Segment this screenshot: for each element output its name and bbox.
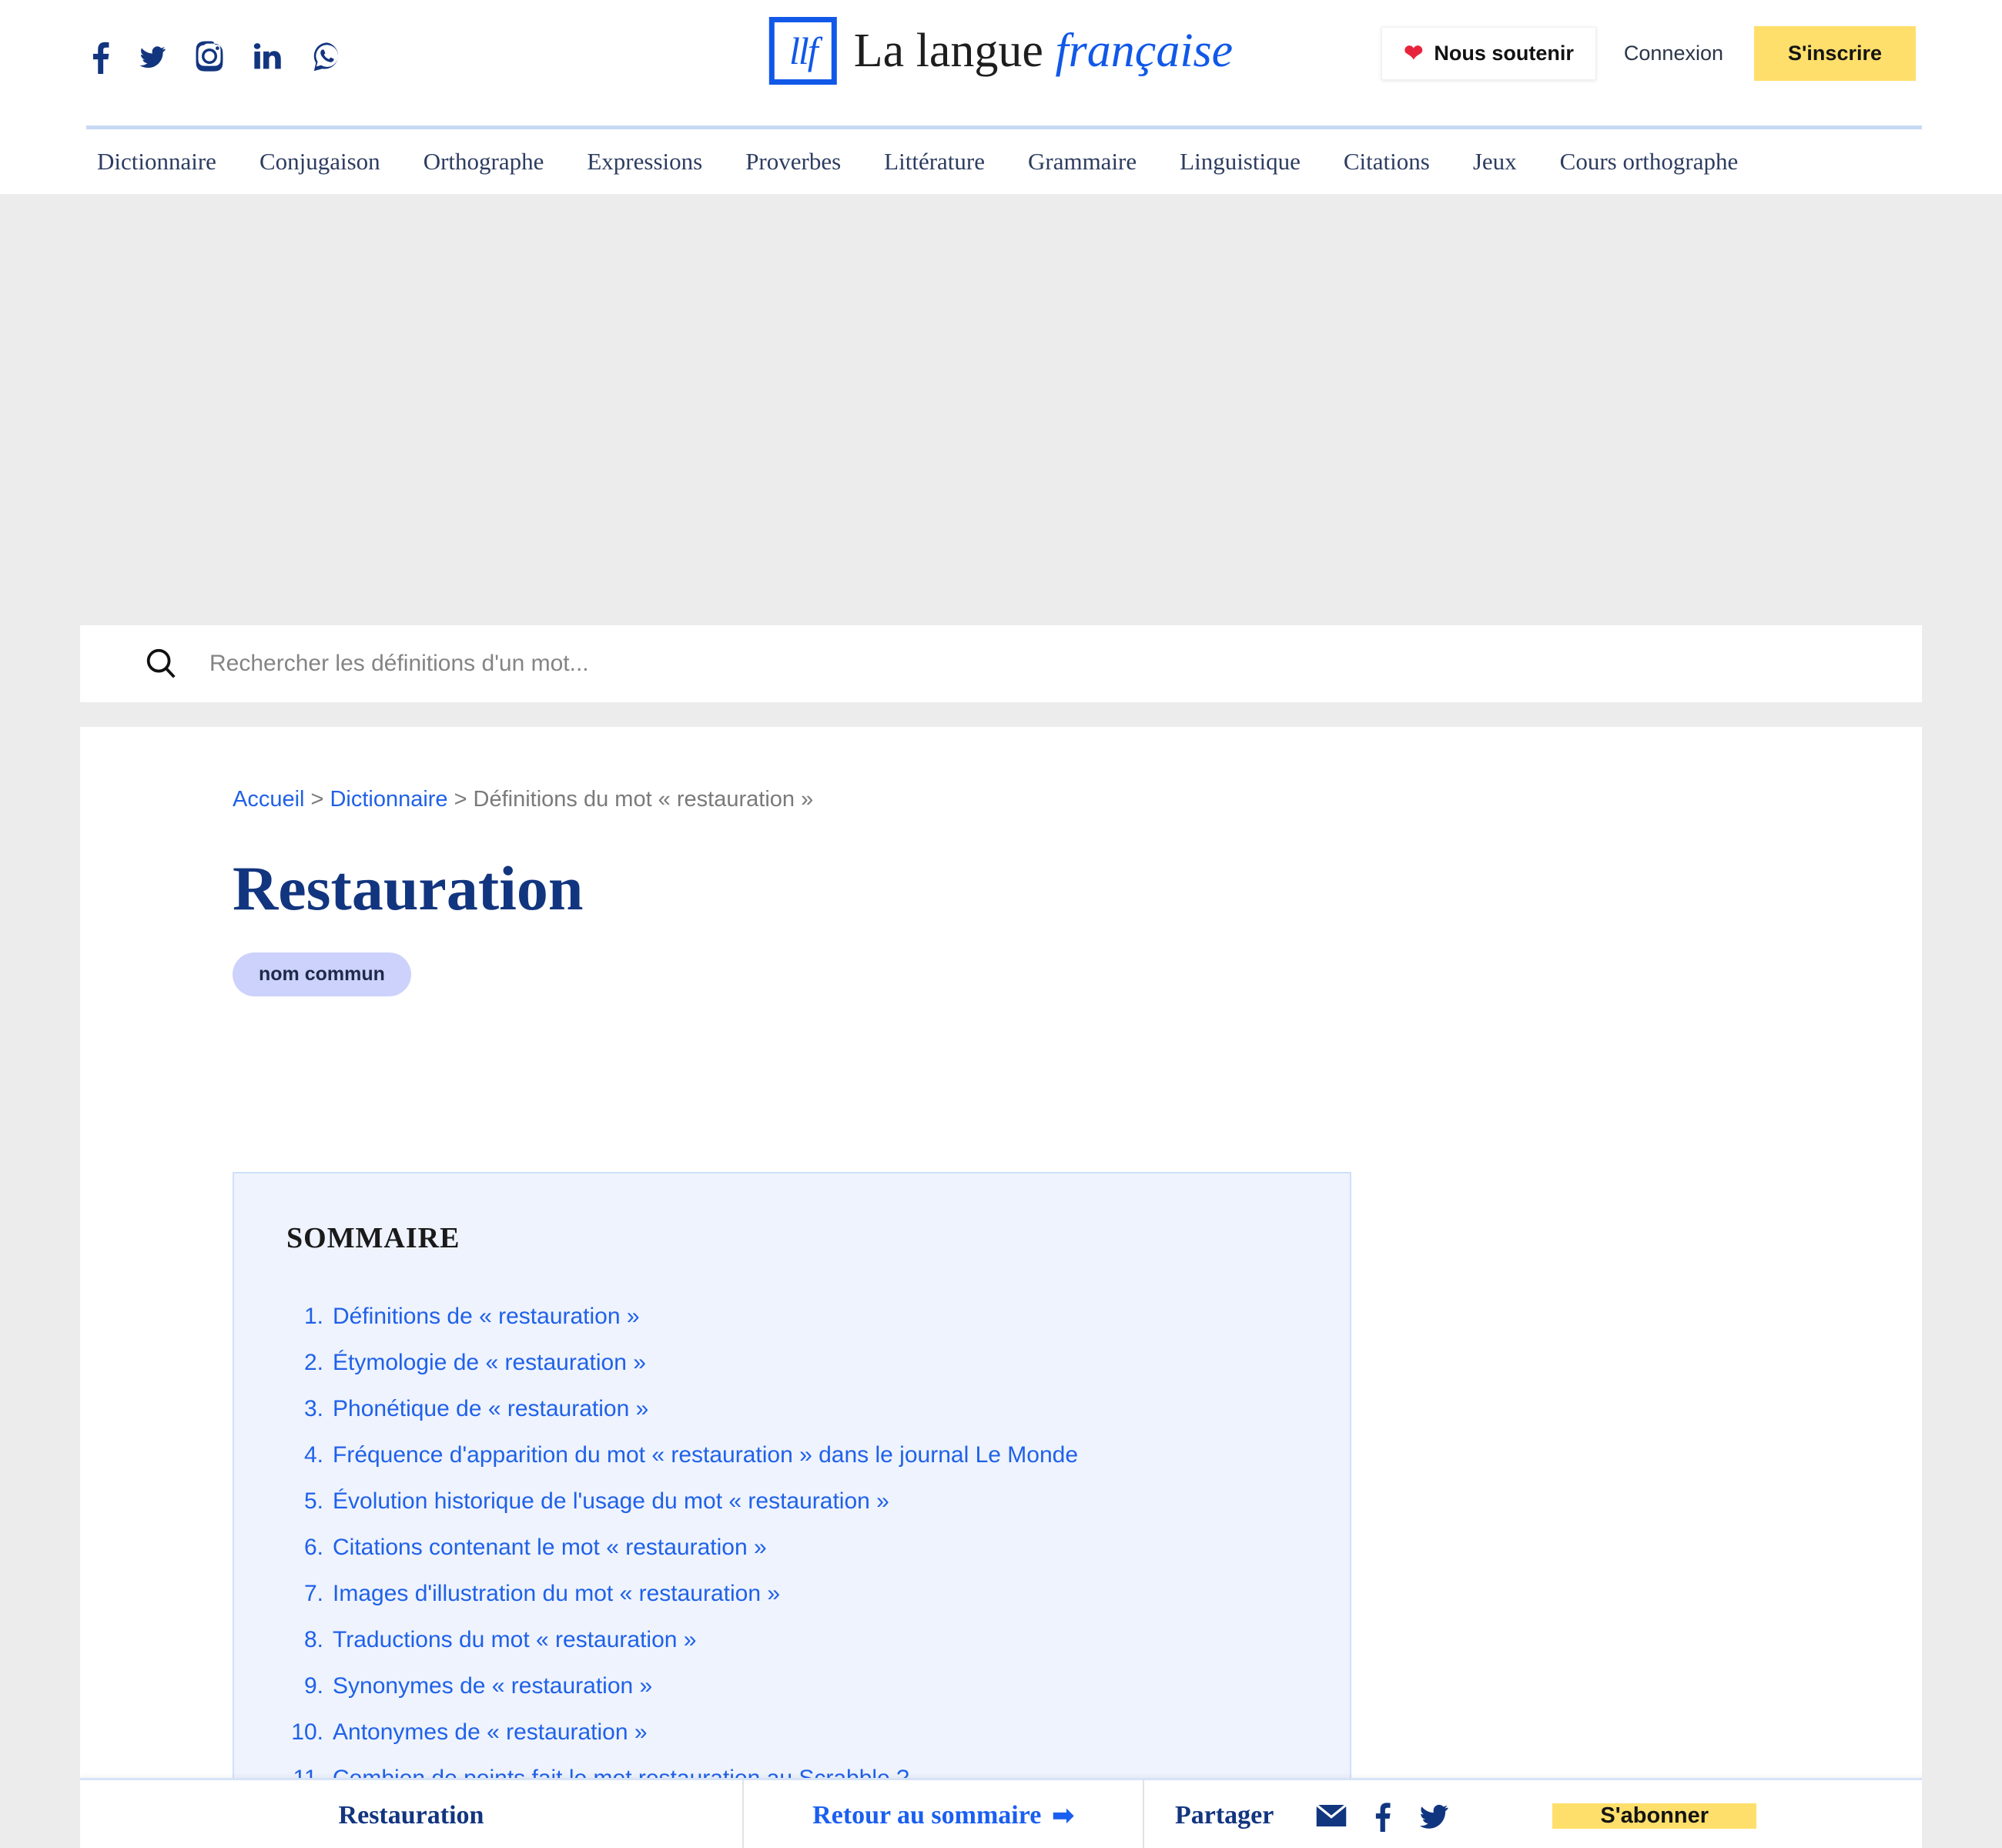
sommaire-item-9[interactable]: 9. Synonymes de « restauration »: [286, 1663, 1350, 1709]
social-links: [91, 38, 343, 74]
whatsapp-icon[interactable]: [311, 39, 343, 73]
sommaire-item-number: 6.: [303, 1535, 323, 1560]
share-section: Partager S'abonner: [1144, 1780, 1922, 1848]
sticky-bottom-bar: Restauration Retour au sommaire ➡ Partag…: [80, 1778, 1922, 1848]
email-icon[interactable]: [1315, 1803, 1348, 1828]
word-type-badge: nom commun: [233, 952, 411, 996]
breadcrumb-current: Définitions du mot « restauration »: [473, 787, 814, 812]
support-button-label: Nous soutenir: [1434, 42, 1574, 65]
site-header: llf La langue française ❤ Nous soutenir …: [0, 0, 2002, 129]
sommaire-item-number: 9.: [303, 1673, 323, 1699]
sommaire-item-label: Traductions du mot « restauration »: [333, 1627, 697, 1652]
arrow-right-icon: ➡: [1052, 1802, 1074, 1830]
nav-item-cours-orthographe[interactable]: Cours orthographe: [1560, 148, 1739, 176]
logo-text-plain: La langue: [853, 25, 1043, 77]
instagram-icon[interactable]: [194, 40, 225, 72]
twitter-icon[interactable]: [1418, 1799, 1449, 1832]
sommaire-box: SOMMAIRE 1. Définitions de « restauration…: [233, 1172, 1351, 1803]
bottom-bar-word: Restauration: [80, 1780, 744, 1848]
heart-icon: ❤: [1404, 40, 1424, 66]
nav-item-orthographe[interactable]: Orthographe: [424, 148, 544, 176]
nav-item-expressions[interactable]: Expressions: [587, 148, 702, 176]
login-link[interactable]: Connexion: [1624, 42, 1723, 65]
search-bar[interactable]: [80, 625, 1922, 702]
sommaire-item-number: 3.: [303, 1396, 323, 1421]
sommaire-item-number: 2.: [303, 1350, 323, 1375]
back-to-summary-link[interactable]: Retour au sommaire ➡: [744, 1780, 1144, 1848]
back-to-summary-label: Retour au sommaire: [812, 1801, 1042, 1830]
logo-text-italic: française: [1055, 25, 1234, 77]
nav-item-citations[interactable]: Citations: [1344, 148, 1430, 176]
nav-item-litterature[interactable]: Littérature: [884, 148, 985, 176]
linkedin-icon[interactable]: [253, 40, 283, 72]
sommaire-item-7[interactable]: 7. Images d'illustration du mot « restaur…: [286, 1571, 1350, 1617]
sommaire-item-label: Synonymes de « restauration »: [333, 1673, 653, 1699]
sommaire-item-10[interactable]: 10. Antonymes de « restauration »: [286, 1709, 1350, 1756]
sommaire-item-number: 7.: [303, 1581, 323, 1606]
facebook-icon[interactable]: [91, 38, 111, 74]
nav-item-dictionnaire[interactable]: Dictionnaire: [97, 148, 216, 176]
article-card: Accueil > Dictionnaire > Définitions du mot …: [80, 727, 1922, 1848]
sommaire-item-label: Phonétique de « restauration »: [333, 1396, 649, 1421]
nav-item-conjugaison[interactable]: Conjugaison: [259, 148, 380, 176]
sommaire-item-1[interactable]: 1. Définitions de « restauration »: [286, 1294, 1350, 1340]
sommaire-item-6[interactable]: 6. Citations contenant le mot « restaurat…: [286, 1525, 1350, 1571]
sommaire-item-4[interactable]: 4. Fréquence d'apparition du mot « restau…: [286, 1432, 1350, 1478]
sommaire-item-number: 8.: [303, 1627, 323, 1652]
sommaire-heading: SOMMAIRE: [286, 1222, 460, 1254]
site-logo[interactable]: llf La langue française: [768, 17, 1233, 85]
sommaire-item-label: Citations contenant le mot « restauratio…: [333, 1535, 767, 1560]
signup-button[interactable]: S'inscrire: [1754, 26, 1916, 81]
breadcrumb-home[interactable]: Accueil: [233, 787, 305, 812]
ad-slot-area: [0, 194, 2002, 625]
logo-mark: llf: [768, 17, 837, 85]
sommaire-item-label: Étymologie de « restauration »: [333, 1350, 646, 1375]
subscribe-button[interactable]: S'abonner: [1552, 1803, 1757, 1829]
breadcrumb-separator-2: >: [454, 787, 467, 812]
header-divider: [86, 126, 1922, 129]
sommaire-item-number: 10.: [291, 1719, 323, 1745]
sommaire-item-label: Définitions de « restauration »: [333, 1304, 640, 1329]
sommaire-item-label: Évolution historique de l'usage du mot «…: [333, 1488, 889, 1514]
breadcrumb: Accueil > Dictionnaire > Définitions du mot …: [233, 787, 1922, 812]
sommaire-item-2[interactable]: 2. Étymologie de « restauration »: [286, 1340, 1350, 1386]
logo-wordmark: La langue française: [854, 27, 1233, 75]
support-button[interactable]: ❤ Nous soutenir: [1381, 27, 1596, 80]
sommaire-item-5[interactable]: 5. Évolution historique de l'usage du mot…: [286, 1478, 1350, 1525]
nav-item-grammaire[interactable]: Grammaire: [1028, 148, 1137, 176]
nav-item-linguistique[interactable]: Linguistique: [1180, 148, 1301, 176]
twitter-icon[interactable]: [139, 38, 166, 74]
sommaire-item-label: Antonymes de « restauration »: [333, 1719, 648, 1745]
breadcrumb-dictionnaire[interactable]: Dictionnaire: [330, 787, 447, 812]
sommaire-item-number: 5.: [303, 1488, 323, 1514]
main-navigation: Dictionnaire Conjugaison Orthographe Exp…: [0, 129, 2002, 194]
sommaire-item-8[interactable]: 8. Traductions du mot « restauration »: [286, 1617, 1350, 1663]
sommaire-list: 1. Définitions de « restauration » 2. Étym…: [286, 1294, 1350, 1802]
share-label: Partager: [1175, 1801, 1274, 1830]
header-actions: ❤ Nous soutenir Connexion S'inscrire: [1381, 26, 1916, 81]
nav-item-jeux[interactable]: Jeux: [1473, 148, 1517, 176]
sommaire-item-3[interactable]: 3. Phonétique de « restauration »: [286, 1386, 1350, 1432]
sommaire-item-number: 4.: [303, 1442, 323, 1468]
sommaire-item-label: Images d'illustration du mot « restaurat…: [333, 1581, 781, 1606]
search-icon[interactable]: [143, 646, 179, 681]
breadcrumb-separator-1: >: [310, 787, 324, 812]
card-spacer: [0, 702, 2002, 727]
sommaire-item-label: Fréquence d'apparition du mot « restaura…: [333, 1442, 1079, 1468]
facebook-icon[interactable]: [1374, 1799, 1392, 1832]
nav-item-proverbes[interactable]: Proverbes: [745, 148, 841, 176]
page-title: Restauration: [233, 853, 584, 923]
sommaire-item-number: 1.: [303, 1304, 323, 1329]
search-input[interactable]: [209, 651, 1287, 677]
